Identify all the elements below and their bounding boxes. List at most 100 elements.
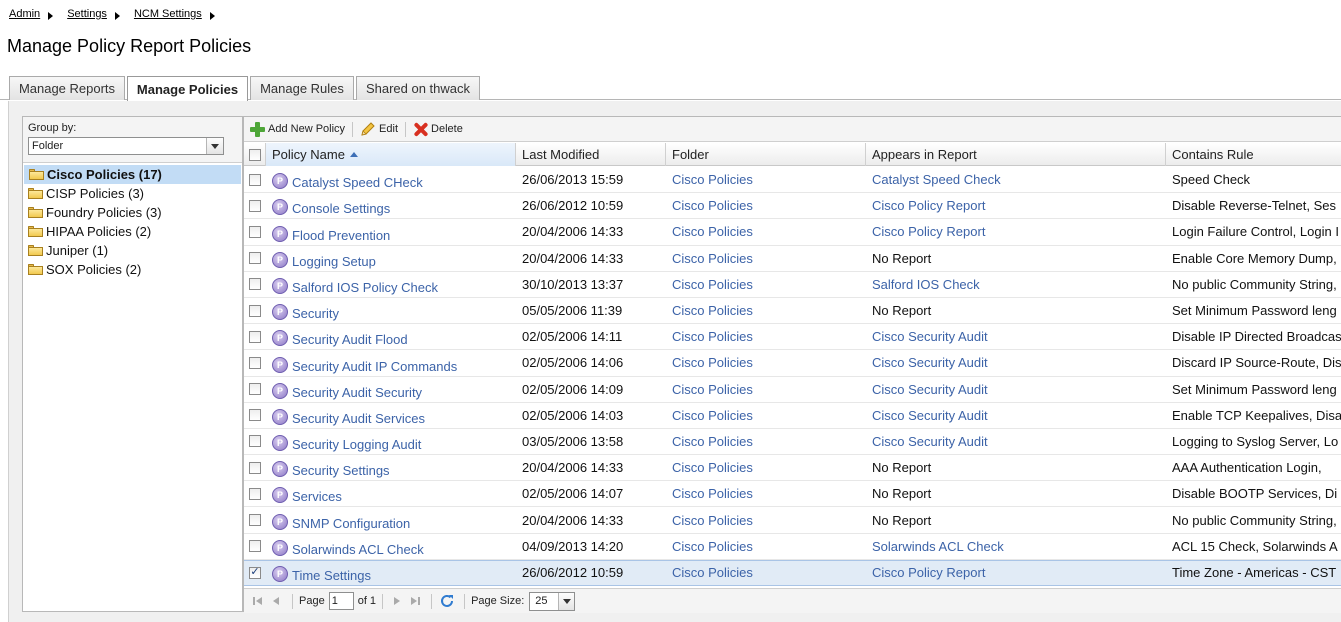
table-row[interactable]: P Security Audit Flood 02/05/2006 14:11 Cis… (244, 324, 1341, 351)
report-link[interactable]: Cisco Policy Report (872, 224, 985, 239)
column-header-contains-rule[interactable]: Contains Rule (1166, 143, 1341, 166)
chevron-down-icon[interactable] (558, 592, 575, 610)
folder-link[interactable]: Cisco Policies (672, 198, 753, 213)
folder-link[interactable]: Cisco Policies (672, 251, 753, 266)
report-link[interactable]: Cisco Security Audit (872, 329, 988, 344)
policy-name-link[interactable]: Flood Prevention (292, 228, 390, 243)
folder-link[interactable]: Cisco Policies (672, 303, 753, 318)
table-row[interactable]: P Security Audit Services 02/05/2006 14:03… (244, 403, 1341, 429)
page-size-select[interactable]: 25 (529, 591, 576, 611)
tab-shared-on-thwack[interactable]: Shared on thwack (356, 76, 480, 100)
policy-name-link[interactable]: Salford IOS Policy Check (292, 280, 438, 295)
table-row[interactable]: P Services 02/05/2006 14:07 Cisco Policies N… (244, 481, 1341, 508)
policy-name-link[interactable]: Time Settings (292, 568, 371, 583)
report-link[interactable]: Cisco Security Audit (872, 434, 988, 449)
column-header-last-modified[interactable]: Last Modified (516, 143, 666, 166)
folder-link[interactable]: Cisco Policies (672, 329, 753, 344)
folder-link[interactable]: Cisco Policies (672, 382, 753, 397)
report-link[interactable]: Cisco Security Audit (872, 382, 988, 397)
column-header-appears-in-report[interactable]: Appears in Report (866, 143, 1166, 166)
refresh-icon[interactable] (438, 593, 456, 609)
row-checkbox[interactable] (249, 409, 261, 422)
group-item[interactable]: Juniper (1) (23, 241, 242, 260)
edit-button[interactable]: Edit (358, 121, 400, 137)
policy-name-link[interactable]: Security Audit Flood (292, 332, 408, 347)
row-checkbox[interactable] (249, 383, 261, 396)
tab-manage-policies[interactable]: Manage Policies (127, 76, 248, 101)
row-checkbox[interactable] (249, 356, 261, 369)
folder-link[interactable]: Cisco Policies (672, 224, 753, 239)
table-row[interactable]: P Security Logging Audit 03/05/2006 13:58 C… (244, 429, 1341, 456)
group-item[interactable]: Cisco Policies (17) (24, 165, 241, 184)
policy-name-link[interactable]: Console Settings (292, 201, 390, 216)
column-header-folder[interactable]: Folder (666, 143, 866, 166)
add-new-policy-button[interactable]: Add New Policy (248, 121, 347, 137)
table-row[interactable]: P Security 05/05/2006 11:39 Cisco Policies N… (244, 298, 1341, 325)
table-row[interactable]: P Time Settings 26/06/2012 10:59 Cisco Poli… (244, 559, 1341, 586)
report-link[interactable]: Cisco Policy Report (872, 198, 985, 213)
row-checkbox[interactable] (249, 566, 261, 579)
page-number-input[interactable]: 1 (328, 592, 354, 610)
column-header-policy-name[interactable]: Policy Name (266, 143, 516, 166)
policy-name-link[interactable]: Security Settings (292, 463, 390, 478)
row-checkbox[interactable] (249, 173, 261, 186)
row-checkbox[interactable] (249, 435, 261, 448)
policy-name-link[interactable]: Services (292, 489, 342, 504)
row-checkbox[interactable] (249, 330, 261, 343)
table-row[interactable]: P Flood Prevention 20/04/2006 14:33 Cisco P… (244, 219, 1341, 246)
folder-link[interactable]: Cisco Policies (672, 172, 753, 187)
breadcrumb-ncm-settings[interactable]: NCM Settings (134, 8, 202, 20)
row-checkbox[interactable] (249, 278, 261, 291)
table-row[interactable]: P SNMP Configuration 20/04/2006 14:33 Cisco… (244, 507, 1341, 534)
policy-name-link[interactable]: Security (292, 306, 339, 321)
policy-name-link[interactable]: Security Audit Security (292, 385, 422, 400)
policy-name-link[interactable]: SNMP Configuration (292, 516, 410, 531)
folder-link[interactable]: Cisco Policies (672, 539, 753, 554)
previous-page-icon[interactable] (268, 593, 284, 609)
folder-link[interactable]: Cisco Policies (672, 408, 753, 423)
select-all-checkbox[interactable] (249, 148, 261, 161)
policy-name-link[interactable]: Logging Setup (292, 254, 376, 269)
report-link[interactable]: Cisco Security Audit (872, 408, 988, 423)
table-row[interactable]: P Salford IOS Policy Check 30/10/2013 13:3… (244, 272, 1341, 298)
folder-link[interactable]: Cisco Policies (672, 277, 753, 292)
row-checkbox[interactable] (249, 252, 261, 265)
row-checkbox[interactable] (249, 514, 261, 527)
folder-link[interactable]: Cisco Policies (672, 565, 753, 580)
report-link[interactable]: Salford IOS Check (872, 277, 980, 292)
group-item[interactable]: Foundry Policies (3) (23, 203, 242, 222)
folder-link[interactable]: Cisco Policies (672, 486, 753, 501)
group-item[interactable]: SOX Policies (2) (23, 260, 242, 279)
policy-name-link[interactable]: Security Audit Services (292, 411, 425, 426)
report-link[interactable]: Catalyst Speed Check (872, 172, 1001, 187)
table-row[interactable]: P Security Audit Security 02/05/2006 14:09… (244, 377, 1341, 403)
report-link[interactable]: Solarwinds ACL Check (872, 539, 1004, 554)
row-checkbox[interactable] (249, 199, 261, 212)
row-checkbox[interactable] (249, 540, 261, 553)
next-page-icon[interactable] (389, 593, 405, 609)
policy-name-link[interactable]: Security Logging Audit (292, 437, 421, 452)
table-row[interactable]: P Solarwinds ACL Check 04/09/2013 14:20 Cis… (244, 534, 1341, 560)
row-checkbox[interactable] (249, 461, 261, 474)
row-checkbox[interactable] (249, 304, 261, 317)
group-item[interactable]: CISP Policies (3) (23, 184, 242, 203)
policy-name-link[interactable]: Security Audit IP Commands (292, 359, 457, 374)
tab-manage-reports[interactable]: Manage Reports (9, 76, 125, 100)
last-page-icon[interactable] (407, 593, 423, 609)
first-page-icon[interactable] (250, 593, 266, 609)
table-row[interactable]: P Security Audit IP Commands 02/05/2006 14… (244, 350, 1341, 377)
table-row[interactable]: P Security Settings 20/04/2006 14:33 Cisco … (244, 455, 1341, 482)
row-checkbox[interactable] (249, 225, 261, 238)
chevron-down-icon[interactable] (206, 138, 223, 154)
folder-link[interactable]: Cisco Policies (672, 434, 753, 449)
group-item[interactable]: HIPAA Policies (2) (23, 222, 242, 241)
row-checkbox[interactable] (249, 487, 261, 500)
report-link[interactable]: Cisco Policy Report (872, 565, 985, 580)
table-row[interactable]: P Catalyst Speed CHeck 26/06/2013 15:59 Cis… (244, 167, 1341, 194)
policy-name-link[interactable]: Catalyst Speed CHeck (292, 175, 423, 190)
folder-link[interactable]: Cisco Policies (672, 513, 753, 528)
breadcrumb-admin[interactable]: Admin (9, 8, 40, 20)
table-row[interactable]: P Logging Setup 20/04/2006 14:33 Cisco Poli… (244, 246, 1341, 272)
folder-link[interactable]: Cisco Policies (672, 460, 753, 475)
breadcrumb-settings[interactable]: Settings (67, 8, 107, 20)
